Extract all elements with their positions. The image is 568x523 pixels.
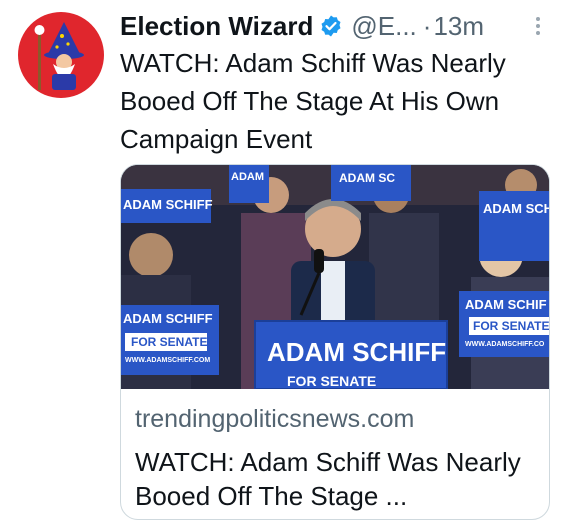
sign-text-right: FOR SENATE (473, 319, 550, 333)
sign-text-right: WWW.ADAMSCHIFF.CO (465, 341, 545, 348)
sign-text-main: ADAM SCHIFF (267, 337, 447, 367)
sign-text-left: WWW.ADAMSCHIFF.COM (125, 357, 211, 364)
handle[interactable]: @E... (351, 11, 416, 42)
sign-text-top: ADAM SCH (483, 201, 550, 216)
avatar[interactable] (18, 12, 104, 98)
card-image[interactable]: ADAM SCHIFF ADAM ADAM SC ADAM SCH ADAM S… (121, 165, 550, 389)
card-domain[interactable]: trendingpoliticsnews.com (135, 405, 414, 434)
verified-badge-icon[interactable] (319, 14, 343, 38)
separator-dot: · (422, 10, 432, 41)
tweet[interactable]: Election Wizard @E... · 13m WATCH: Adam … (0, 0, 568, 523)
sign-text-top: ADAM SCHIFF (123, 197, 213, 212)
more-options-icon[interactable] (526, 12, 550, 40)
link-card[interactable]: ADAM SCHIFF ADAM ADAM SC ADAM SCH ADAM S… (120, 164, 550, 520)
wizard-icon (34, 22, 84, 90)
sign-text-top: ADAM SC (339, 171, 395, 185)
timestamp[interactable]: 13m (433, 11, 484, 42)
sign-text-left: FOR SENATE (131, 335, 208, 349)
card-title[interactable]: WATCH: Adam Schiff Was Nearly Booed Off … (135, 445, 539, 513)
tweet-header: Election Wizard @E... · 13m (120, 8, 550, 44)
tweet-text: WATCH: Adam Schiff Was Nearly Booed Off … (120, 48, 506, 154)
sign-text-top: ADAM (231, 171, 264, 183)
sign-text-left: ADAM SCHIFF (123, 311, 213, 326)
display-name[interactable]: Election Wizard (120, 11, 313, 42)
sign-text-main: FOR SENATE (287, 373, 377, 389)
sign-text-right: ADAM SCHIF (465, 297, 547, 312)
